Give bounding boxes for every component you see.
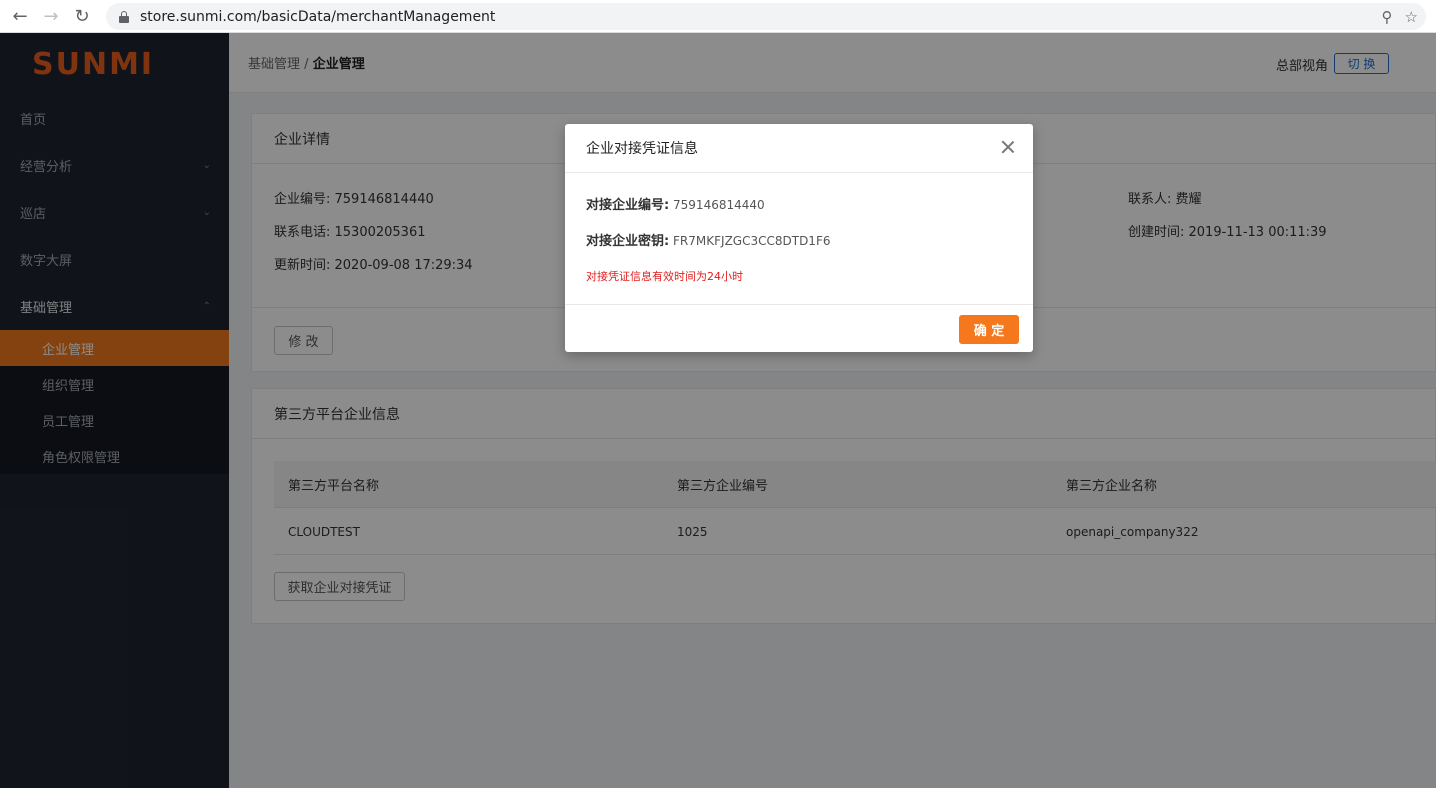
zoom-icon[interactable]: ⚲ [1382,8,1393,26]
lock-icon [119,10,129,23]
modal-header: 企业对接凭证信息 [565,124,1033,173]
validity-warning: 对接凭证信息有效时间为24小时 [586,270,743,283]
credential-modal: 企业对接凭证信息 对接企业编号: 759146814440 对接企业密钥: FR… [565,124,1033,352]
browser-toolbar: ← → ↻ store.sunmi.com/basicData/merchant… [0,0,1436,33]
credential-key-label: 对接企业密钥: [586,234,670,249]
credential-id-row: 对接企业编号: 759146814440 [586,194,765,213]
arrow-left-icon[interactable]: ← [9,5,31,27]
url-text: store.sunmi.com/basicData/merchantManage… [140,8,496,25]
star-icon[interactable]: ☆ [1405,8,1418,26]
arrow-right-icon[interactable]: → [40,5,62,27]
credential-id-value: 759146814440 [673,198,765,212]
confirm-button[interactable]: 确 定 [959,315,1019,344]
credential-key-value: FR7MKFJZGC3CC8DTD1F6 [673,234,831,248]
credential-id-label: 对接企业编号: [586,198,670,213]
modal-title: 企业对接凭证信息 [586,141,698,157]
credential-key-row: 对接企业密钥: FR7MKFJZGC3CC8DTD1F6 [586,230,830,249]
modal-footer: 确 定 [565,304,1033,352]
reload-icon[interactable]: ↻ [71,5,93,27]
address-bar[interactable]: store.sunmi.com/basicData/merchantManage… [106,3,1426,30]
close-icon[interactable] [1001,140,1015,154]
